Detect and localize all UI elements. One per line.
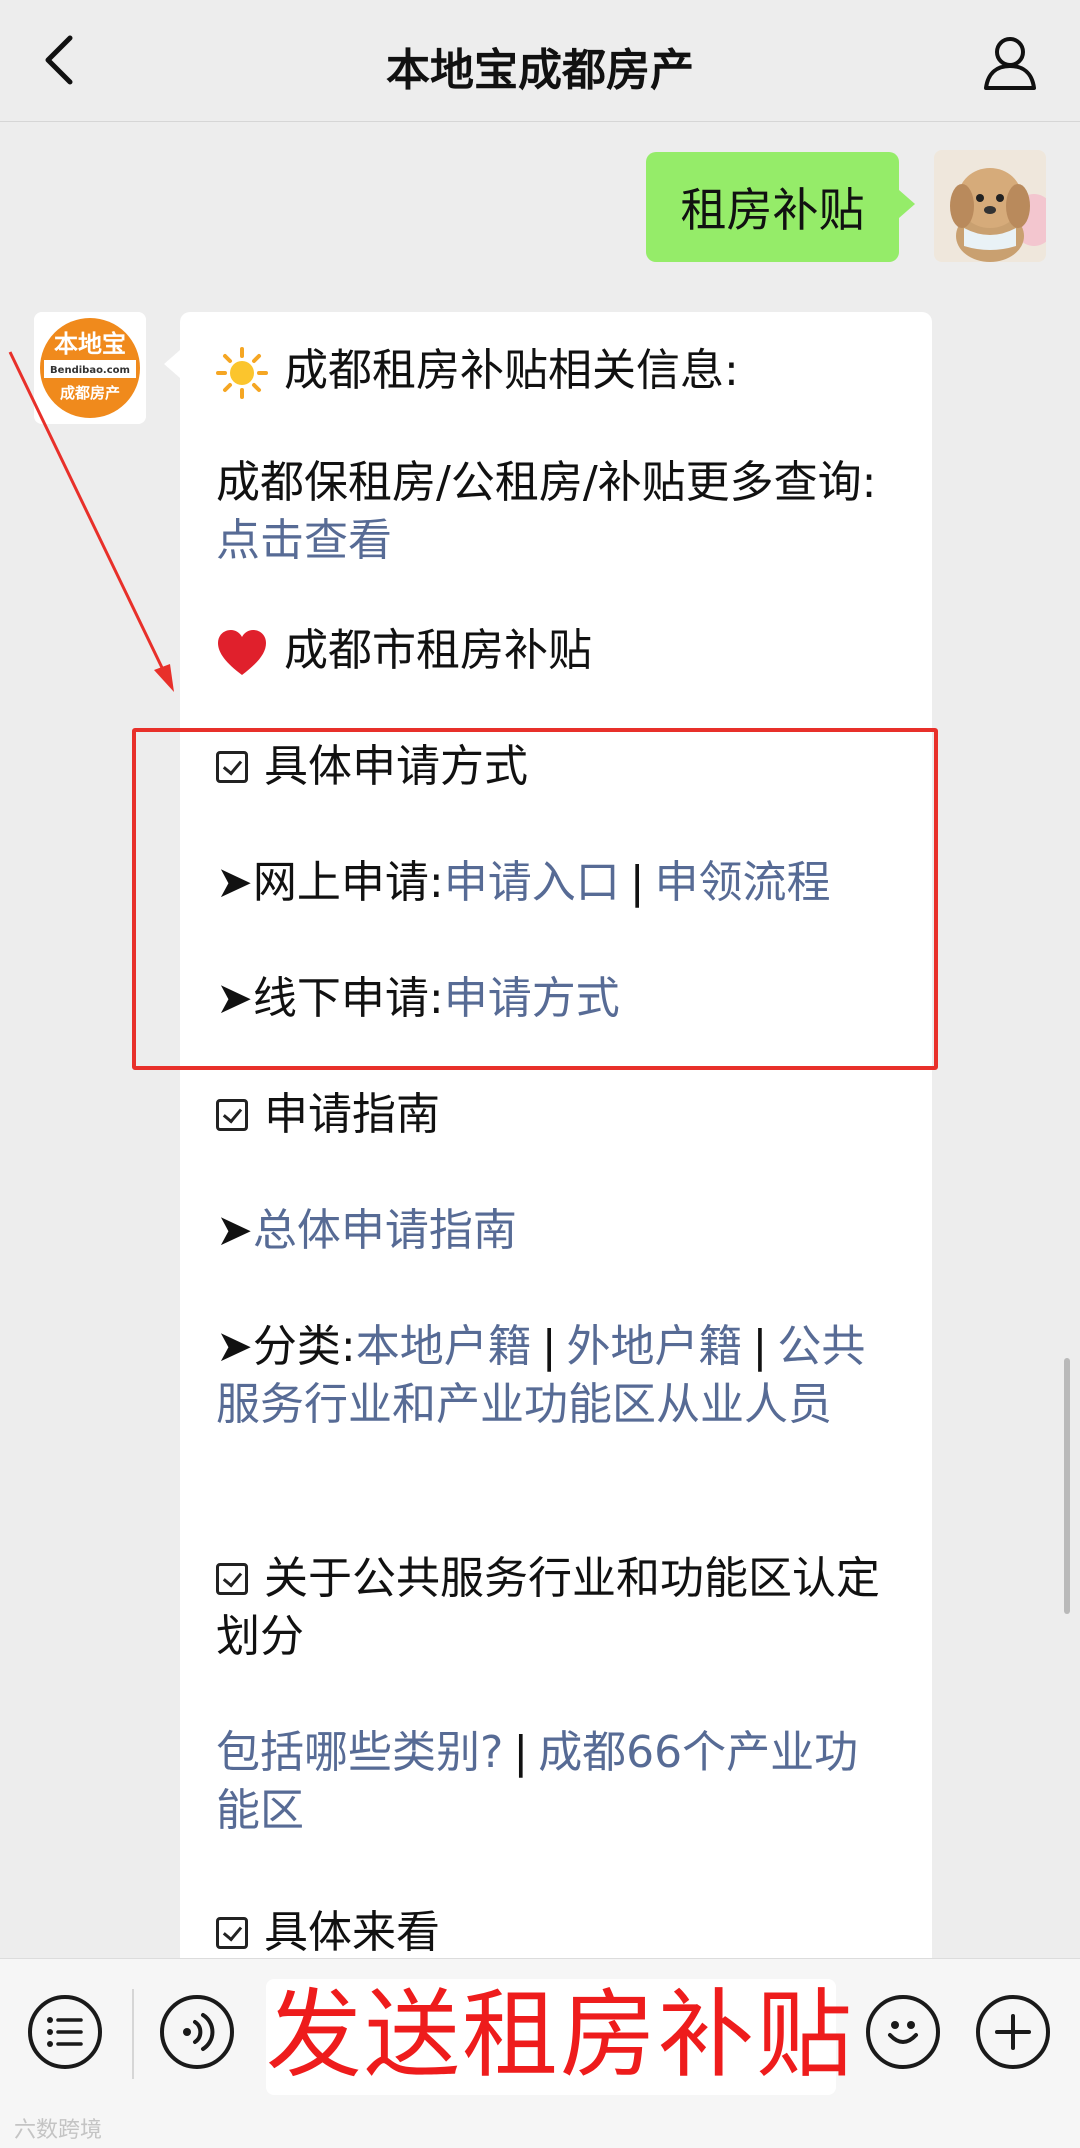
local-hukou-link[interactable]: 本地户籍 xyxy=(356,1321,532,1372)
divider xyxy=(132,1989,134,2079)
division-line: 关于公共服务行业和功能区认定划分 xyxy=(216,1550,896,1666)
voice-icon xyxy=(183,2013,215,2051)
division-title: 关于公共服务行业和功能区认定划分 xyxy=(216,1553,880,1662)
message-heading: 成都租房补贴相关信息: xyxy=(284,345,739,396)
link-separator: | xyxy=(752,1321,768,1372)
puppy-avatar-image xyxy=(934,150,1046,262)
specific-title: 具体来看 xyxy=(264,1907,440,1958)
bot-message-bubble: 成都租房补贴相关信息: 成都保租房/公租房/补贴更多查询: 点击查看 成都市租房补… xyxy=(164,312,932,2032)
user-message-bubble[interactable]: 租房补贴 xyxy=(646,152,915,262)
chat-input-bar: 发送租房补贴 xyxy=(0,1958,1080,2148)
guide-title: 申请指南 xyxy=(264,1089,440,1140)
category-label: ➤分类: xyxy=(216,1321,356,1372)
message-input[interactable]: 发送租房补贴 xyxy=(266,1979,852,2095)
emoji-icon xyxy=(888,2021,918,2044)
nonlocal-hukou-link[interactable]: 外地户籍 xyxy=(567,1321,743,1372)
menu-button[interactable] xyxy=(28,1995,102,2069)
more-query-line: 成都保租房/公租房/补贴更多查询: 点击查看 xyxy=(216,454,896,570)
list-menu-icon xyxy=(47,2017,83,2047)
heart-icon xyxy=(218,630,266,675)
more-query-link[interactable]: 点击查看 xyxy=(216,515,392,566)
plus-icon xyxy=(995,2014,1031,2050)
message-input-value: 发送租房补贴 xyxy=(266,1979,854,2091)
guide-line: 申请指南 xyxy=(216,1086,896,1144)
annotation-arrow xyxy=(8,351,174,692)
user-avatar[interactable] xyxy=(934,150,1046,262)
arrow-bullet: ➤ xyxy=(216,1205,253,1256)
checkbox-icon xyxy=(216,1917,248,1949)
overall-guide-line: ➤总体申请指南 xyxy=(216,1202,896,1260)
section-title: 成都市租房补贴 xyxy=(284,625,592,676)
watermark: 六数跨境 xyxy=(14,2118,103,2143)
chat-header: 本地宝成都房产 xyxy=(0,0,1080,122)
chat-title: 本地宝成都房产 xyxy=(386,45,694,96)
more-button[interactable] xyxy=(976,1995,1050,2069)
scrollbar[interactable] xyxy=(1064,1358,1070,1614)
emoji-button[interactable] xyxy=(866,1995,940,2069)
categories-link[interactable]: 包括哪些类别? xyxy=(216,1727,503,1778)
checkbox-icon xyxy=(216,1099,248,1131)
person-icon xyxy=(984,37,1036,90)
voice-button[interactable] xyxy=(160,1995,234,2069)
overall-guide-link[interactable]: 总体申请指南 xyxy=(253,1205,517,1256)
sun-icon xyxy=(216,347,268,399)
link-separator: | xyxy=(513,1727,529,1778)
link-separator: | xyxy=(541,1321,557,1372)
division-links-line: 包括哪些类别? | 成都66个产业功能区 xyxy=(216,1724,896,1840)
section-title-line: 成都市租房补贴 xyxy=(216,622,896,680)
specific-line: 具体来看 xyxy=(216,1904,896,1962)
more-query-text: 成都保租房/公租房/补贴更多查询: xyxy=(216,457,877,508)
highlight-box xyxy=(132,728,938,1070)
message-heading-line: 成都租房补贴相关信息: xyxy=(216,342,896,400)
profile-button[interactable] xyxy=(978,30,1042,94)
user-message-text: 租房补贴 xyxy=(680,183,865,237)
checkbox-icon xyxy=(216,1563,248,1595)
category-line: ➤分类:本地户籍 | 外地户籍 | 公共服务行业和产业功能区从业人员 xyxy=(216,1318,896,1434)
